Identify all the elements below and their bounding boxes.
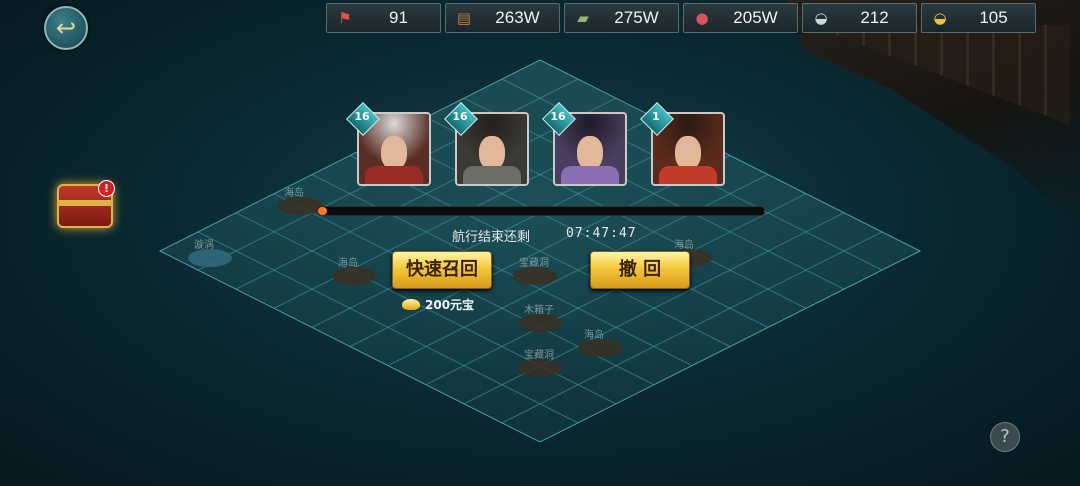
hero-level-number: 16: [550, 110, 566, 123]
resource-value: 205W: [733, 8, 778, 27]
hero-level-number: 16: [452, 110, 468, 123]
voyage-remaining-time: 07:47:47: [566, 226, 637, 241]
resource-4: ◒ 212: [802, 3, 917, 33]
island-shape: [518, 314, 562, 332]
wood-logs-icon: ▤: [456, 9, 472, 27]
hero-face: [577, 136, 603, 170]
island-label: 木箱子: [524, 305, 554, 316]
voyage-remaining-label: 航行结束还剩: [452, 230, 531, 245]
island-shape: [513, 267, 557, 285]
island-label: 宝藏洞: [524, 350, 554, 361]
withdraw-button[interactable]: 撤 回: [590, 251, 690, 289]
hero-robe: [561, 166, 619, 184]
resource-1: ▤ 263W: [445, 3, 560, 33]
gold-ingot-icon: [402, 299, 420, 310]
sea-grid-map: [158, 59, 922, 443]
stone-slab-icon: ▰: [577, 9, 589, 27]
hero-robe: [365, 166, 423, 184]
hero-robe: [659, 166, 717, 184]
resource-value: 91: [389, 8, 408, 27]
island-shape: [332, 267, 376, 285]
island-label: 海岛: [674, 240, 694, 251]
recall-cost: 200元宝: [402, 296, 474, 313]
back-button[interactable]: ↩: [44, 6, 88, 50]
resource-2: ▰ 275W: [564, 3, 679, 33]
island-label: 漩涡: [194, 240, 214, 251]
help-button[interactable]: ?: [990, 422, 1020, 452]
island-shape: [188, 249, 232, 267]
island-shape: [518, 359, 562, 377]
voyage-progress-fill: [318, 207, 327, 215]
alert-badge: !: [98, 180, 115, 197]
quick-recall-button[interactable]: 快速召回: [392, 251, 492, 289]
island-label: 海岛: [338, 258, 358, 269]
silver-ingot-icon: ◒: [814, 9, 828, 27]
resource-value: 263W: [495, 8, 540, 27]
island-shape: [278, 197, 322, 215]
resource-value: 105: [979, 8, 1008, 27]
hero-robe: [463, 166, 521, 184]
gold-ingot-icon: ◒: [933, 9, 947, 27]
hero-face: [381, 136, 407, 170]
meat-icon: ●: [695, 9, 709, 27]
red-token-icon: ⚑: [338, 9, 352, 27]
hero-face: [479, 136, 505, 170]
resource-5: ◒ 105: [921, 3, 1036, 33]
resource-0: ⚑ 91: [326, 3, 441, 33]
island-label: 海岛: [584, 330, 604, 341]
hero-level-number: 16: [354, 110, 370, 123]
resource-3: ● 205W: [683, 3, 798, 33]
recall-cost-amount: 200元宝: [425, 298, 475, 312]
hero-face: [675, 136, 701, 170]
island-shape: [578, 339, 622, 357]
resource-value: 212: [860, 8, 889, 27]
resource-value: 275W: [614, 8, 659, 27]
island-label: 宝藏洞: [519, 258, 549, 269]
island-label: 海岛: [284, 188, 304, 199]
hero-level-number: 1: [652, 110, 660, 123]
voyage-progress-bar: [317, 206, 765, 216]
